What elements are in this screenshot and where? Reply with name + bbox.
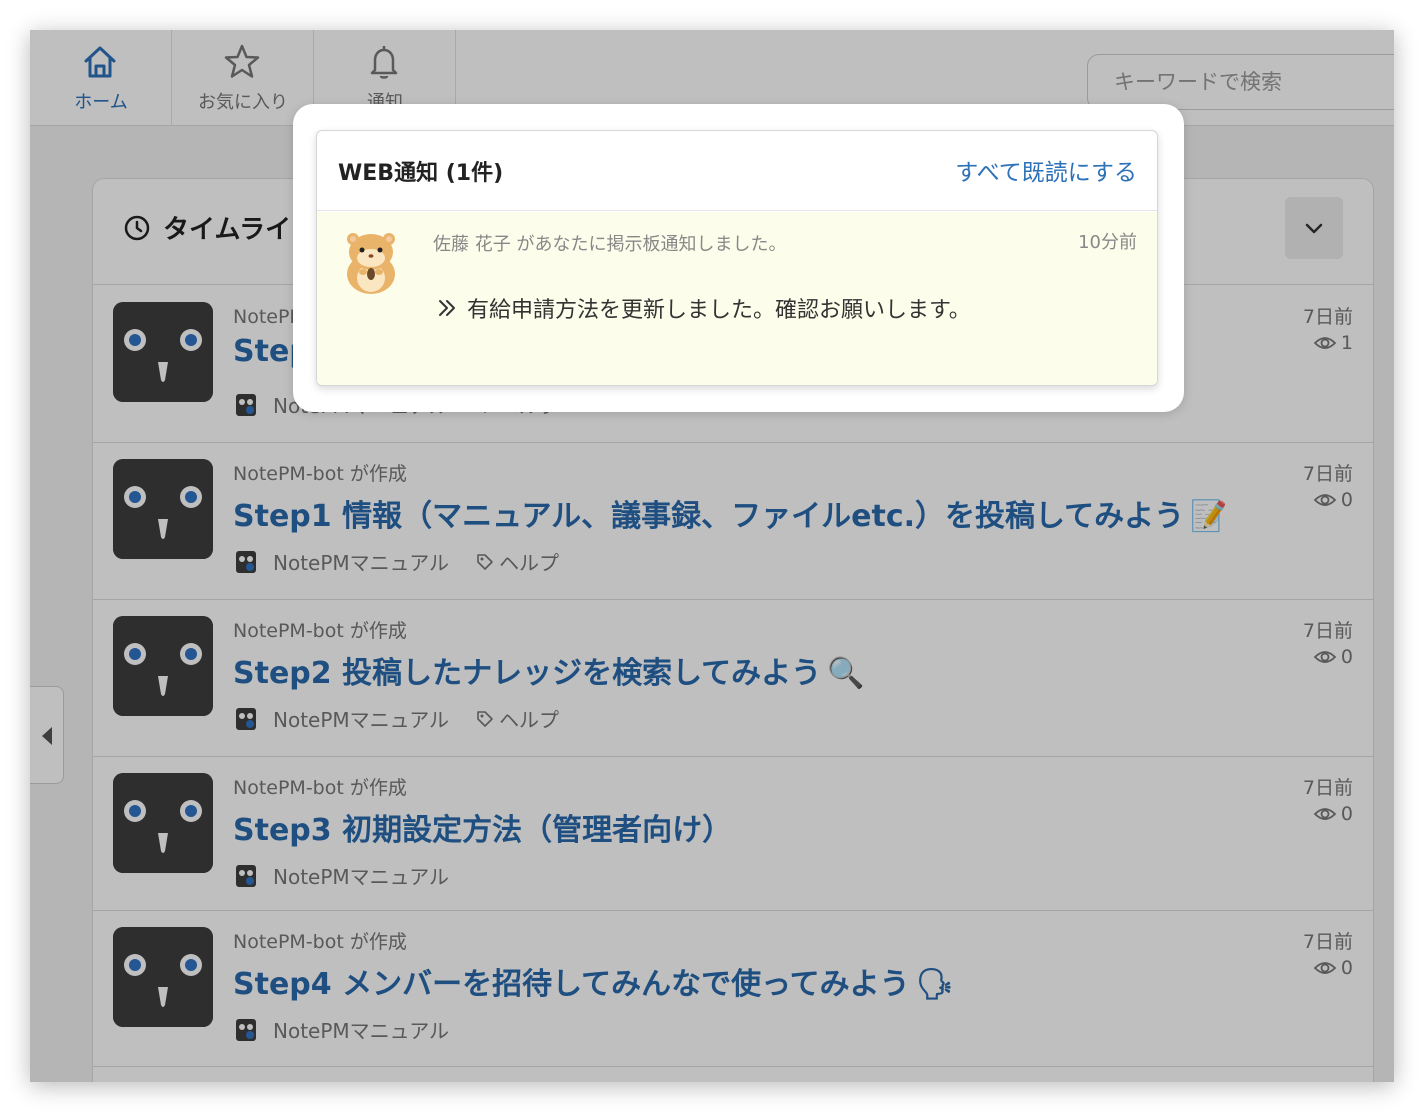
popup-header: WEB通知 (1件) すべて既読にする xyxy=(317,131,1157,211)
popup-title: WEB通知 (1件) xyxy=(338,161,504,186)
notification-popup: WEB通知 (1件) すべて既読にする 佐藤 花子 があなたに掲示板通知しました… xyxy=(316,130,1158,386)
notification-item[interactable]: 佐藤 花子 があなたに掲示板通知しました。 10分前 有給申請方法を更新しました… xyxy=(317,212,1157,385)
notification-message-text: 有給申請方法を更新しました。確認お願いします。 xyxy=(467,298,971,323)
notification-message[interactable]: 有給申請方法を更新しました。確認お願いします。 xyxy=(435,292,971,324)
hamster-avatar-icon xyxy=(347,233,395,294)
double-chevron-right-icon xyxy=(439,300,455,316)
notification-sender: 佐藤 花子 があなたに掲示板通知しました。 xyxy=(433,234,787,255)
notification-time: 10分前 xyxy=(1078,232,1137,253)
mark-all-read-link[interactable]: すべて既読にする xyxy=(955,153,1137,187)
